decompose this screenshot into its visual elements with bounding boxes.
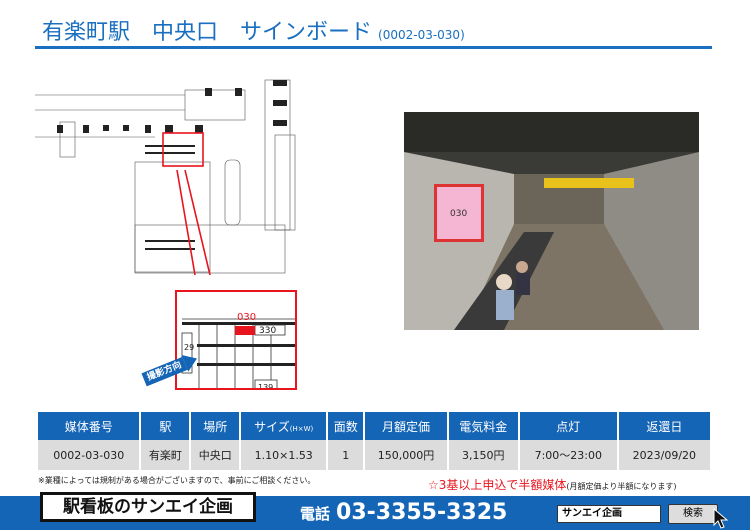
col-station: 駅 — [140, 412, 192, 440]
col-faces: 面数 — [327, 412, 366, 440]
search-button[interactable]: 検索 — [668, 504, 718, 524]
col-electricity: 電気料金 — [447, 412, 520, 440]
table-header-row: 媒体番号 駅 場所 サイズ(H×W) 面数 月額定価 電気料金 点灯 返還日 — [38, 412, 713, 440]
col-lighting: 点灯 — [518, 412, 619, 440]
cell-media-number: 0002-03-030 — [38, 440, 142, 470]
inset-label-330: 330 — [259, 326, 276, 336]
cell-faces: 1 — [327, 440, 366, 470]
photo-illustration: 030 — [404, 112, 699, 330]
map-inset: 030 330 29 139 — [175, 290, 297, 390]
cell-location: 中央口 — [190, 440, 242, 470]
inset-board-id: 030 — [237, 312, 256, 323]
col-location: 場所 — [190, 412, 242, 440]
company-logo[interactable]: 駅看板のサンエイ企画 — [40, 492, 256, 522]
cell-lighting: 7:00～23:00 — [518, 440, 619, 470]
inset-label-139: 139 — [258, 383, 273, 390]
cursor-icon — [713, 508, 729, 529]
media-code: (0002-03-030) — [378, 28, 465, 42]
table-row: 0002-03-030 有楽町 中央口 1.10×1.53 1 150,000円… — [38, 440, 713, 470]
title-rule — [35, 46, 712, 49]
location-photo: 030 — [404, 112, 699, 330]
cell-monthly-price: 150,000円 — [364, 440, 449, 470]
col-size: サイズ(H×W) — [240, 412, 329, 440]
cell-return-date: 2023/09/20 — [617, 440, 713, 470]
disclaimer-note: ※業種によっては規制がある場合がございますので、事前にご相談ください。 — [38, 476, 316, 485]
station-map — [35, 79, 296, 275]
col-return-date: 返還日 — [617, 412, 713, 440]
photo-board-label: 030 — [450, 209, 467, 219]
col-monthly-price: 月額定価 — [364, 412, 449, 440]
inset-diagram: 030 330 29 139 — [181, 312, 295, 390]
search-input[interactable]: サンエイ企画 — [557, 505, 661, 523]
title-text: 有楽町駅 中央口 サインボード — [42, 20, 373, 45]
cell-size: 1.10×1.53 — [240, 440, 329, 470]
media-info-table: 媒体番号 駅 場所 サイズ(H×W) 面数 月額定価 電気料金 点灯 返還日 0… — [38, 412, 713, 470]
cell-station: 有楽町 — [140, 440, 192, 470]
phone-number[interactable]: 電話 03-3355-3325 — [300, 500, 507, 525]
promo-text: ☆3基以上申込で半額媒体(月額定価より半額になります) — [428, 478, 677, 492]
cell-electricity: 3,150円 — [447, 440, 520, 470]
col-media-number: 媒体番号 — [38, 412, 142, 440]
page-title: 有楽町駅 中央口 サインボード (0002-03-030) — [42, 14, 465, 46]
